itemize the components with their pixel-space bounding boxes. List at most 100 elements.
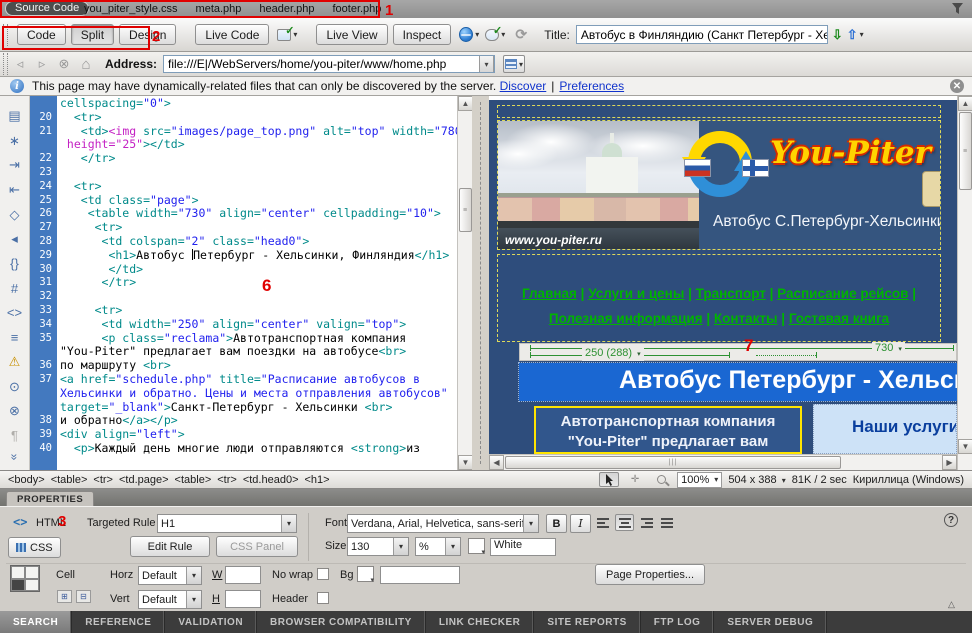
scroll-down-icon[interactable]: ▼ bbox=[458, 455, 473, 470]
get-file-icon[interactable]: ⇩ bbox=[832, 27, 843, 43]
page-heading-bar[interactable]: Автобус Петербург - Хельсинки bbox=[519, 363, 957, 401]
code-line[interactable]: 38и обратно</a></p> bbox=[30, 414, 457, 428]
align-center-icon[interactable] bbox=[615, 514, 634, 531]
results-tab-server-debug[interactable]: SERVER DEBUG bbox=[714, 611, 827, 633]
tag-selector-item[interactable]: <td.head0> bbox=[243, 474, 299, 486]
preview-in-browser-icon[interactable]: ▾ bbox=[459, 26, 479, 44]
code-line[interactable]: 27 <tr> bbox=[30, 221, 457, 235]
code-line[interactable]: 31 </tr> bbox=[30, 276, 457, 290]
tag-selector-item[interactable]: <table> bbox=[175, 474, 212, 486]
code-line[interactable]: 28 <td colspan="2" class="head0"> bbox=[30, 235, 457, 249]
nav-link[interactable]: Гостевая книга bbox=[789, 311, 889, 326]
code-line[interactable]: 40 <p>Каждый день многие люди отправляют… bbox=[30, 442, 457, 456]
code-line[interactable]: "You-Piter" предлагает вам поездки на ав… bbox=[30, 345, 457, 359]
nav-link[interactable]: Услуги и цены bbox=[588, 286, 684, 301]
table-width-value[interactable]: 730 ▾ bbox=[872, 342, 905, 356]
code-line[interactable]: cellspacing="0"> bbox=[30, 97, 457, 111]
inspect-button[interactable]: Inspect bbox=[393, 24, 452, 45]
live-code-button[interactable]: Live Code bbox=[195, 24, 269, 45]
magnification-select[interactable]: 100% ▾ bbox=[677, 472, 722, 488]
css-panel-button[interactable]: CSS Panel bbox=[216, 536, 298, 557]
open-documents-icon[interactable]: ▤ bbox=[4, 106, 26, 127]
design-view[interactable]: www.you-piter.ru You-Piter Автобус С.Пет… bbox=[489, 96, 957, 470]
select-parent-tag-icon[interactable]: ◂ bbox=[4, 229, 26, 250]
tag-selector-item[interactable]: <td.page> bbox=[119, 474, 169, 486]
preferences-link[interactable]: Preferences bbox=[559, 79, 624, 93]
results-tab-site-reports[interactable]: SITE REPORTS bbox=[534, 611, 640, 633]
home-icon[interactable]: ⌂ bbox=[77, 56, 95, 72]
code-view[interactable]: cellspacing="0">20 <tr>21 <td><img src="… bbox=[30, 96, 457, 470]
results-tab-ftp-log[interactable]: FTP LOG bbox=[641, 611, 715, 633]
code-line[interactable]: 23 bbox=[30, 166, 457, 180]
forward-icon[interactable]: ▹ bbox=[33, 56, 51, 72]
code-line[interactable]: 30 </td> bbox=[30, 263, 457, 277]
code-line[interactable]: Хельсинки и обратно. Цены и места отправ… bbox=[30, 387, 457, 401]
put-file-icon[interactable]: ⇧ bbox=[847, 27, 858, 43]
align-justify-icon[interactable] bbox=[658, 514, 677, 531]
nav-link[interactable]: Транспорт bbox=[696, 286, 766, 301]
cell-height-input[interactable] bbox=[225, 590, 261, 608]
scrollbar-thumb[interactable]: ≡ bbox=[959, 112, 972, 190]
nav-link[interactable]: Полезная информация bbox=[549, 311, 703, 326]
color-name-input[interactable]: White bbox=[490, 538, 556, 556]
word-wrap-icon[interactable]: ≡ bbox=[4, 327, 26, 348]
stop-icon[interactable]: ⊗ bbox=[55, 56, 73, 72]
size-select[interactable]: 130▾ bbox=[347, 537, 409, 556]
page-top-table-outline[interactable] bbox=[497, 105, 941, 118]
code-line[interactable]: 29 <h1>Автобус Петербург - Хельсинки, Фи… bbox=[30, 249, 457, 263]
file-management-icon[interactable]: ▾ bbox=[485, 26, 505, 44]
remove-comment-icon[interactable]: ⊗ bbox=[4, 401, 26, 422]
bold-button[interactable]: B bbox=[546, 514, 567, 533]
code-line[interactable]: 34 <td width="250" align="center" valign… bbox=[30, 318, 457, 332]
scroll-right-icon[interactable]: ▶ bbox=[942, 455, 957, 470]
code-line[interactable]: 22 </tr> bbox=[30, 152, 457, 166]
column-width-value[interactable]: 250 (288) ▾ bbox=[582, 347, 644, 361]
live-view-button[interactable]: Live View bbox=[316, 24, 387, 45]
refresh-icon[interactable]: ⟳ bbox=[511, 26, 531, 44]
code-line[interactable]: 24 <tr> bbox=[30, 180, 457, 194]
table-width-bar[interactable]: 730 ▾ 250 (288) ▾ 7 bbox=[519, 343, 957, 361]
results-tab-browser-compatibility[interactable]: BROWSER COMPATIBILITY bbox=[257, 611, 426, 633]
results-tab-link-checker[interactable]: LINK CHECKER bbox=[426, 611, 535, 633]
align-left-icon[interactable] bbox=[594, 514, 613, 531]
apply-comment-icon[interactable]: ⊙ bbox=[4, 376, 26, 397]
collapse-panel-icon[interactable]: △ bbox=[948, 599, 955, 610]
code-line[interactable]: height="25"></td> bbox=[30, 138, 457, 152]
address-input[interactable]: file:///E|/WebServers/home/you-piter/www… bbox=[163, 55, 495, 73]
cell-width-input[interactable] bbox=[225, 566, 261, 584]
scroll-up-icon[interactable]: ▲ bbox=[958, 96, 972, 111]
tag-selector-item[interactable]: <body> bbox=[8, 474, 45, 486]
code-line[interactable]: 20 <tr> bbox=[30, 111, 457, 125]
scrollbar-thumb[interactable]: ≡ bbox=[459, 188, 472, 232]
window-size-value[interactable]: 504 x 388 ▾ bbox=[728, 474, 785, 486]
scroll-down-icon[interactable]: ▼ bbox=[958, 439, 972, 454]
results-tab-search[interactable]: SEARCH bbox=[0, 611, 72, 633]
discover-link[interactable]: Discover bbox=[500, 79, 547, 93]
company-info-box[interactable]: Автотранспортная компания "You-Piter" пр… bbox=[534, 406, 802, 454]
code-line[interactable]: 26 <table width="730" align="center" cel… bbox=[30, 207, 457, 221]
horz-select[interactable]: Default▾ bbox=[138, 566, 202, 585]
tag-selector-item[interactable]: <table> bbox=[51, 474, 88, 486]
nav-link[interactable]: Расписание рейсов bbox=[777, 286, 908, 301]
nav-link[interactable]: Контакты bbox=[714, 311, 778, 326]
bg-color-swatch[interactable] bbox=[357, 566, 374, 582]
properties-tab[interactable]: PROPERTIES bbox=[6, 491, 94, 506]
code-line[interactable]: 33 <tr> bbox=[30, 304, 457, 318]
code-line[interactable]: 35 <p class="reclama">Автотранспортная к… bbox=[30, 332, 457, 346]
design-scrollbar[interactable]: ▲ ≡ ▼ bbox=[957, 96, 972, 470]
text-color-swatch[interactable] bbox=[468, 538, 485, 554]
back-icon[interactable]: ◃ bbox=[11, 56, 29, 72]
edit-rule-button[interactable]: Edit Rule bbox=[130, 536, 210, 557]
zoom-tool-icon[interactable] bbox=[651, 472, 671, 487]
site-banner[interactable]: www.you-piter.ru You-Piter Автобус С.Пет… bbox=[497, 120, 941, 250]
highlight-invalid-code-icon[interactable]: <> bbox=[4, 303, 26, 324]
collapse-selection-icon[interactable]: ⇤ bbox=[4, 180, 26, 201]
code-line[interactable]: 39<div align="left"> bbox=[30, 428, 457, 442]
merge-cells-icon[interactable]: ⊞ bbox=[57, 590, 72, 603]
head-content-icon[interactable]: ∗ bbox=[4, 131, 26, 152]
expand-all-icon[interactable]: ◇ bbox=[4, 204, 26, 225]
select-tool-icon[interactable] bbox=[599, 472, 619, 487]
code-line[interactable]: 21 <td><img src="images/page_top.png" al… bbox=[30, 125, 457, 139]
collapse-full-tag-icon[interactable]: ⇥ bbox=[4, 155, 26, 176]
code-line[interactable]: 37<a href="schedule.php" title="Расписан… bbox=[30, 373, 457, 387]
